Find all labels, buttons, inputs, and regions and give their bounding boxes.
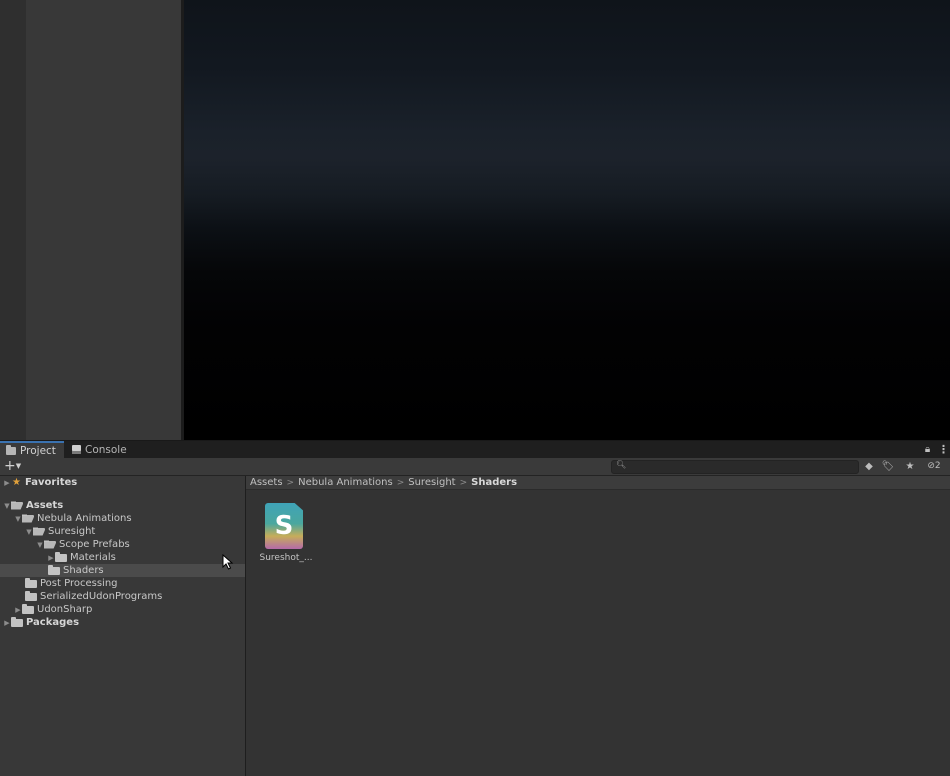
hidden-packages-toggle[interactable]: ⊘2 — [922, 459, 946, 474]
tree-item-label: Scope Prefabs — [59, 539, 130, 550]
breadcrumb-item[interactable]: Nebula Animations — [298, 477, 393, 488]
create-button-label: + — [4, 458, 16, 474]
tree-item-label: SerializedUdonPrograms — [40, 591, 163, 602]
tree-item-packages[interactable]: ▶ Packages — [0, 616, 248, 629]
asset-grid[interactable] — [246, 476, 950, 776]
tree-item-label: Suresight — [48, 526, 96, 537]
tab-project-label: Project — [20, 444, 56, 457]
create-button[interactable]: +▼ — [4, 459, 26, 473]
tree-item-suresight[interactable]: ▼ Suresight — [0, 525, 270, 538]
collapse-arrow-icon[interactable]: ▼ — [3, 502, 11, 510]
tree-item-label: Favorites — [25, 477, 78, 488]
tree-item-shaders[interactable]: Shaders — [0, 564, 285, 577]
collapse-arrow-icon[interactable]: ▼ — [36, 541, 44, 549]
chevron-down-icon: ▼ — [15, 462, 22, 470]
asset-label: Sureshot_... — [259, 553, 313, 563]
eye-slash-icon: ⊘ — [927, 461, 935, 471]
menu-dots-icon[interactable]: ⋮ — [938, 444, 949, 455]
tree-item-label: Post Processing — [40, 578, 118, 589]
expand-arrow-icon[interactable]: ▶ — [3, 619, 11, 627]
project-toolbar: +▼ 🔍︎ ◆ 🏷︎ ★ ⊘2 — [0, 458, 950, 476]
expand-arrow-icon[interactable]: ▶ — [14, 606, 22, 614]
tree-item-serialized-udon-programs[interactable]: SerializedUdonPrograms — [0, 590, 262, 603]
project-window-tabbar: Project Console 🔒︎ ⋮ — [0, 440, 950, 458]
folder-icon — [48, 564, 60, 575]
scene-view[interactable] — [184, 0, 950, 440]
tree-item-udonsharp[interactable]: ▶ UdonSharp — [0, 603, 259, 616]
folder-icon — [25, 590, 37, 601]
tree-item-nebula-animations[interactable]: ▼ Nebula Animations — [0, 512, 259, 525]
folder-icon — [11, 616, 23, 627]
filter-by-type-icon[interactable]: ◆ — [861, 459, 877, 474]
tree-item-label: Assets — [26, 500, 64, 511]
filter-by-label-icon[interactable]: 🏷︎ — [880, 459, 896, 474]
collapse-arrow-icon[interactable]: ▼ — [25, 528, 33, 536]
star-icon: ★ — [12, 477, 21, 488]
hidden-packages-count: 2 — [934, 461, 941, 471]
tree-item-label: Packages — [26, 617, 80, 628]
folder-icon — [6, 444, 16, 455]
tree-item-post-processing[interactable]: Post Processing — [0, 577, 262, 590]
expand-arrow-icon[interactable]: ▶ — [3, 479, 11, 487]
tree-item-scope-prefabs[interactable]: ▼ Scope Prefabs — [0, 538, 281, 551]
collapse-arrow-icon[interactable]: ▼ — [14, 515, 22, 523]
tab-console[interactable]: Console — [66, 441, 136, 458]
folder-icon — [25, 577, 37, 588]
breadcrumb-item[interactable]: Assets — [250, 477, 283, 488]
mouse-cursor-icon — [222, 554, 234, 570]
breadcrumb-separator-icon: > — [459, 477, 468, 488]
breadcrumb-current[interactable]: Shaders — [471, 477, 517, 488]
tab-project[interactable]: Project — [0, 441, 64, 458]
lock-icon[interactable]: 🔒︎ — [923, 444, 932, 455]
folder-icon — [22, 603, 34, 614]
tree-item-label: Materials — [70, 552, 116, 563]
search-input[interactable]: 🔍︎ — [611, 460, 859, 474]
folder-open-icon — [33, 527, 45, 536]
shader-file-icon: S — [265, 503, 303, 549]
breadcrumb-separator-icon: > — [286, 477, 295, 488]
breadcrumb: Assets > Nebula Animations > Suresight >… — [246, 476, 950, 490]
tree-item-assets[interactable]: ▼ Assets — [0, 499, 248, 512]
tree-item-label: UdonSharp — [37, 604, 93, 615]
folder-open-icon — [22, 514, 34, 523]
folder-tree: ▶ ★ Favorites ▼ Assets ▼ Nebula Animatio… — [0, 476, 285, 776]
tree-item-favorites[interactable]: ▶ ★ Favorites — [0, 476, 248, 489]
folder-icon — [55, 551, 67, 562]
breadcrumb-separator-icon: > — [396, 477, 405, 488]
tree-item-label: Shaders — [63, 565, 104, 576]
expand-arrow-icon[interactable]: ▶ — [47, 554, 55, 562]
search-icon: 🔍︎ — [616, 460, 627, 469]
console-icon — [72, 445, 81, 454]
left-toolbar-strip — [0, 0, 27, 440]
breadcrumb-item[interactable]: Suresight — [408, 477, 455, 488]
tab-console-label: Console — [85, 443, 127, 456]
shader-glyph: S — [274, 511, 294, 541]
folder-open-icon — [44, 540, 56, 549]
asset-tile[interactable]: S Sureshot_... — [256, 500, 316, 568]
folder-open-icon — [11, 501, 23, 510]
save-search-star-icon[interactable]: ★ — [902, 459, 918, 474]
hierarchy-panel — [26, 0, 181, 440]
tree-item-label: Nebula Animations — [37, 513, 132, 524]
